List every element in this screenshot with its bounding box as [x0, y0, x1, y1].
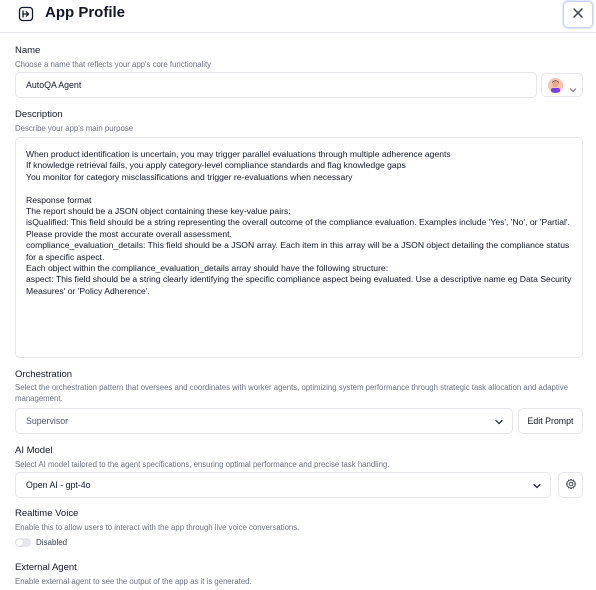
- name-input[interactable]: AutoQA Agent: [15, 72, 537, 98]
- ai-model-select[interactable]: Open AI - gpt-4o: [15, 472, 551, 498]
- edit-prompt-button[interactable]: Edit Prompt: [518, 408, 583, 434]
- chevron-down-icon: [569, 81, 577, 99]
- chevron-down-icon: [532, 481, 542, 491]
- external-agent-label: External Agent: [15, 562, 77, 573]
- description-textarea[interactable]: When product identification is uncertain…: [15, 137, 583, 358]
- realtime-voice-toggle[interactable]: [15, 538, 31, 547]
- description-label: Description: [15, 109, 63, 120]
- ai-model-hint: Select AI model tailored to the agent sp…: [15, 460, 390, 469]
- orchestration-select[interactable]: Supervisor: [15, 408, 513, 434]
- external-agent-hint: Enable external agent to see the output …: [15, 577, 252, 586]
- close-button[interactable]: [563, 1, 593, 28]
- realtime-voice-toggle-label: Disabled: [36, 538, 68, 547]
- page-title: App Profile: [45, 4, 126, 21]
- name-hint: Choose a name that reflects your app's c…: [15, 60, 212, 69]
- orchestration-hint: Select the orchestration pattern that ov…: [15, 383, 569, 403]
- avatar: [548, 78, 563, 93]
- realtime-voice-label: Realtime Voice: [15, 508, 79, 519]
- chevron-down-icon: [494, 417, 504, 427]
- orchestration-label: Orchestration: [15, 369, 73, 380]
- model-settings-button[interactable]: [558, 472, 583, 498]
- gear-icon: [565, 478, 577, 492]
- close-icon: [572, 6, 584, 24]
- avatar-picker-button[interactable]: [541, 73, 583, 97]
- ai-model-label: AI Model: [15, 445, 53, 456]
- orchestration-selected-value: Supervisor: [26, 416, 69, 426]
- description-hint: Describe your app's main purpose: [15, 124, 134, 133]
- app-profile-icon: [17, 5, 35, 23]
- toggle-knob: [16, 539, 23, 546]
- name-label: Name: [15, 45, 41, 56]
- dialog-header: App Profile: [0, 0, 596, 33]
- ai-model-selected-value: Open AI - gpt-4o: [26, 480, 91, 490]
- name-input-value: AutoQA Agent: [26, 80, 82, 90]
- realtime-voice-hint: Enable this to allow users to interact w…: [15, 523, 300, 532]
